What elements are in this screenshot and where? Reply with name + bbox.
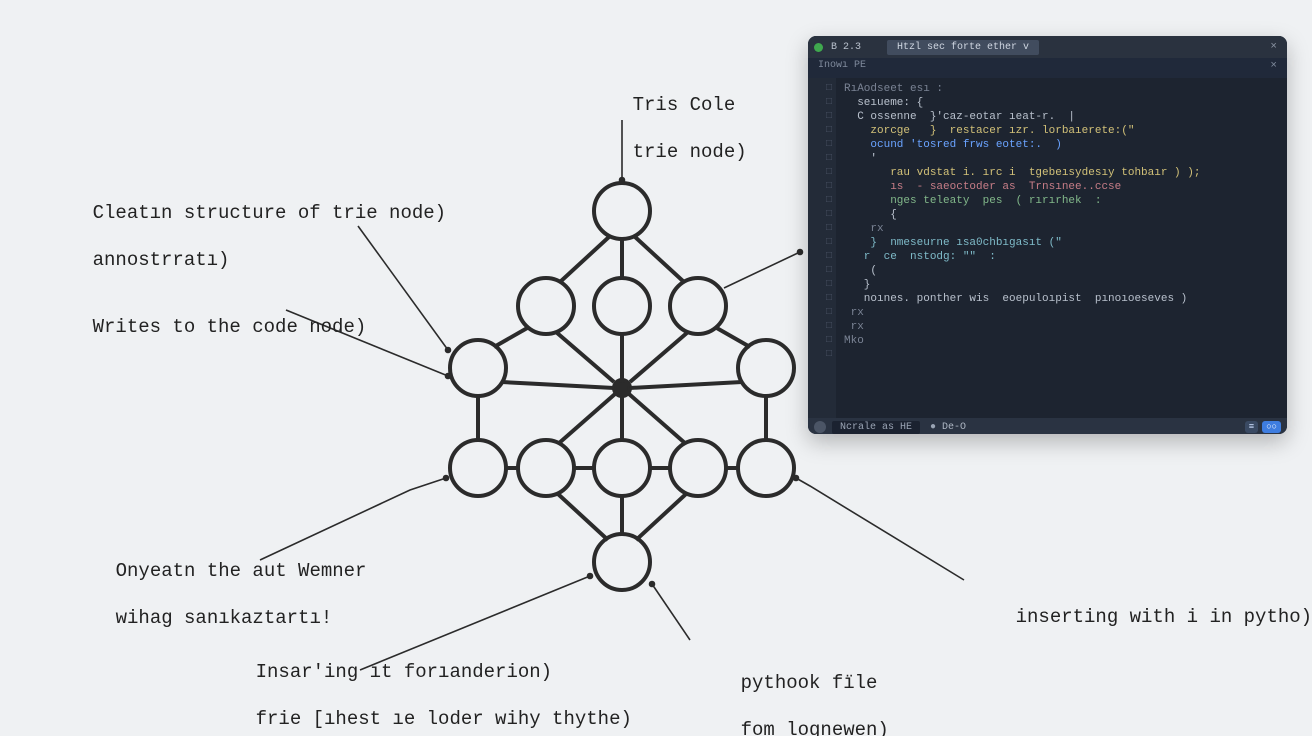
label-top-line2: trie node) [633, 141, 747, 163]
label-right: inserting with i in pytho) [970, 582, 1312, 653]
traffic-light-icon [814, 43, 823, 52]
label-mid-left-line1: Writes to the code node) [93, 316, 367, 338]
code-line: ıs - saeoctoder as Trnsınee..ccse [844, 180, 1281, 194]
label-top-line1: Tris Cole [633, 94, 736, 116]
code-line: Mko [844, 334, 1281, 348]
gutter-marker: □ [808, 348, 832, 362]
gutter-marker: □ [808, 222, 832, 236]
status-segment-1[interactable]: Ncrale as HE [832, 421, 920, 434]
gutter-marker: □ [808, 194, 832, 208]
code-line: RıAodseet esı : [844, 82, 1281, 96]
editor-body: □□□□□□□□□□□□□□□□□□□□ RıAodseet esı : seı… [808, 78, 1287, 418]
panel-close-icon[interactable]: × [1270, 60, 1277, 78]
editor-statusbar: Ncrale as HE ● De-O ≡ ○○ [808, 418, 1287, 434]
status-dot-icon: ● [930, 422, 936, 433]
editor-badge: B 2.3 [831, 42, 861, 53]
code-editor-window: B 2.3 Htzl sec forte ether v × Inowı PE … [808, 36, 1287, 434]
label-mid-left: Writes to the code node) [47, 292, 366, 363]
code-line: r ce nstodg: "" : [844, 250, 1281, 264]
gutter-marker: □ [808, 138, 832, 152]
label-top-left: Cleatın structure of trie node) annostrr… [47, 178, 446, 297]
label-top: Tris Cole trie node) [587, 70, 747, 189]
gutter-marker: □ [808, 180, 832, 194]
status-indicator-icon [814, 421, 826, 433]
editor-gutter: □□□□□□□□□□□□□□□□□□□□ [808, 78, 836, 418]
code-line: noınes. ponther wis eoepuloıpist pınoıoe… [844, 292, 1281, 306]
label-bottom-mid-line2: fom lognewen) [741, 719, 889, 736]
code-line: seıueme: { [844, 96, 1281, 110]
code-line: zorcge } restacer ızr. lorbaıerete:(" [844, 124, 1281, 138]
label-top-left-line2: annostrratı) [93, 249, 230, 271]
code-line: C ossenne }'caz-eotar ıeat-r. | [844, 110, 1281, 124]
code-line: ( [844, 264, 1281, 278]
code-line: rx [844, 222, 1281, 236]
gutter-marker: □ [808, 124, 832, 138]
label-bottom-left: Insar'ing ıt forıanderion) frie [ıhest ı… [210, 637, 632, 736]
code-line: ' [844, 152, 1281, 166]
status-mini-button-1[interactable]: ≡ [1245, 421, 1258, 433]
label-bottom-mid: pythook fïle fom lognewen) [695, 648, 889, 736]
label-right-line1: inserting with i in pytho) [1016, 606, 1312, 628]
label-lower-left-line1: Onyeatn the aut Wemner [116, 560, 367, 582]
gutter-marker: □ [808, 278, 832, 292]
gutter-marker: □ [808, 152, 832, 166]
code-line: } [844, 278, 1281, 292]
status-segment-2[interactable]: De-O [942, 422, 966, 433]
gutter-marker: □ [808, 292, 832, 306]
gutter-marker: □ [808, 320, 832, 334]
gutter-marker: □ [808, 208, 832, 222]
gutter-marker: □ [808, 166, 832, 180]
status-toggle-group: ≡ ○○ [1245, 421, 1281, 433]
gutter-marker: □ [808, 96, 832, 110]
label-bottom-left-line1: Insar'ing ıt forıanderion) [256, 661, 552, 683]
editor-titlebar[interactable]: B 2.3 Htzl sec forte ether v × [808, 36, 1287, 58]
gutter-marker: □ [808, 334, 832, 348]
label-lower-left-line2: wihag sanıkaztartı! [116, 607, 333, 629]
editor-code-area[interactable]: RıAodseet esı : seıueme: { C ossenne }'c… [836, 78, 1287, 418]
gutter-marker: □ [808, 82, 832, 96]
label-bottom-left-line2: frie [ıhest ıe loder wihy thythe) [256, 708, 632, 730]
code-line: ocund 'tosred frws eotet:. ) [844, 138, 1281, 152]
gutter-marker: □ [808, 250, 832, 264]
editor-subbar: Inowı PE × [808, 58, 1287, 78]
editor-tab[interactable]: Htzl sec forte ether v [887, 40, 1039, 55]
status-mini-button-2[interactable]: ○○ [1262, 421, 1281, 433]
gutter-marker: □ [808, 306, 832, 320]
code-line: { [844, 208, 1281, 222]
editor-subbar-text: Inowı PE [818, 60, 866, 78]
code-line: rx [844, 306, 1281, 320]
gutter-marker: □ [808, 236, 832, 250]
code-line: } nmeseurne ısa0chbıgasıt (" [844, 236, 1281, 250]
gutter-marker: □ [808, 110, 832, 124]
label-bottom-mid-line1: pythook fïle [741, 672, 878, 694]
code-line: nges teleaty pes ( rırırhek : [844, 194, 1281, 208]
code-line: rau vdstat i. ırc i tgebeısydesıy tohbaı… [844, 166, 1281, 180]
label-top-left-line1: Cleatın structure of trie node) [93, 202, 446, 224]
code-line: rx [844, 320, 1281, 334]
gutter-marker: □ [808, 264, 832, 278]
close-icon[interactable]: × [1270, 41, 1281, 53]
